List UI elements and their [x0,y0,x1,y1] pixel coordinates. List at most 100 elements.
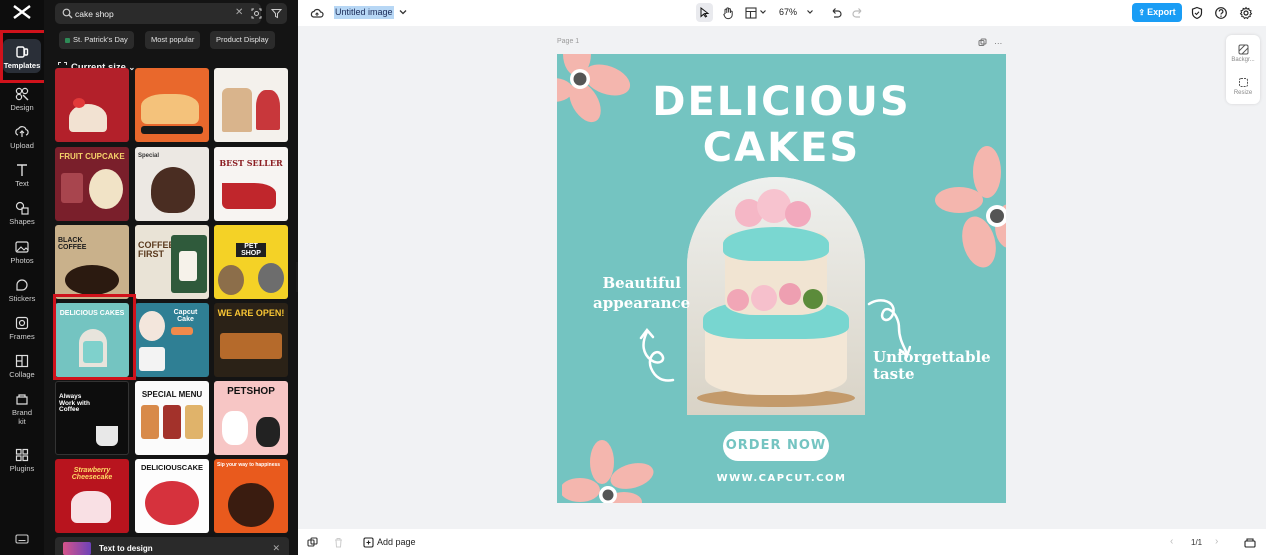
rail-frames[interactable]: Frames [0,315,44,351]
template-card-title: DELICIOUSCAKE [140,463,204,472]
template-card[interactable]: Always Work with Coffee [55,381,129,455]
rail-label: Shapes [9,217,35,226]
left-text-line1: Beautiful [602,274,681,292]
design-icon [15,87,29,101]
text-icon [17,164,27,176]
next-page-icon[interactable]: › [1215,536,1218,547]
template-card[interactable]: BLACK COFFEE [55,225,129,299]
template-card[interactable]: DELICIOUSCAKE [135,459,209,533]
template-card-title: PET SHOP [236,243,266,257]
template-card[interactable]: Strawberry Cheesecake [55,459,129,533]
right-tools-panel: Backgr... Resize [1226,35,1260,104]
clover-icon [65,37,70,43]
canvas-workspace: Page 1 ⋯ Backgr... Resize DELICIOUS CAKE… [298,26,1266,529]
rail-stickers[interactable]: Stickers [0,277,44,313]
cloud-save-icon[interactable] [310,6,324,20]
page-tools: ⋯ [978,38,1002,48]
shield-icon[interactable] [1190,6,1204,20]
chip-st-patricks-day[interactable]: St. Patrick's Day [59,31,134,49]
template-card[interactable]: Sip your way to happiness [214,459,288,533]
template-card[interactable]: Special [135,147,209,221]
left-text-line2: appearance [593,293,691,312]
delete-page-icon[interactable] [333,537,344,548]
select-tool-button[interactable] [696,3,713,22]
rail-collage[interactable]: Collage [0,353,44,389]
template-card[interactable] [55,68,129,142]
redo-icon[interactable] [851,6,865,20]
rail-upload[interactable]: Upload [0,124,44,160]
chevron-down-icon[interactable] [759,7,767,17]
export-button[interactable]: ⇪ Export [1132,3,1182,22]
text-to-design-thumb [63,542,91,555]
search-input[interactable] [75,5,215,22]
template-card-title: BLACK COFFEE [58,237,87,251]
rail-label: Design [10,103,34,112]
undo-icon[interactable] [829,6,843,20]
template-card-title: Strawberry Cheesecake [71,467,113,481]
rail-text[interactable]: Text [0,162,44,198]
layout-icon[interactable] [744,6,758,20]
rail-shapes[interactable]: Shapes [0,200,44,236]
rail-templates[interactable]: Templates [3,39,41,73]
chip-most-popular[interactable]: Most popular [145,31,201,49]
flower-bottom-left-icon [562,440,654,503]
layers-icon[interactable] [307,537,318,548]
template-card[interactable]: PETSHOP [214,381,288,455]
background-tool-button[interactable]: Backgr... [1226,44,1260,63]
clear-search-icon[interactable]: ✕ [235,8,245,18]
rail-label: Text [15,179,29,188]
rail-label: Stickers [8,294,36,303]
template-card[interactable]: COFFEE FIRST [135,225,209,299]
rail-label: Photos [10,256,34,265]
curly-arrow-right-icon [867,299,911,359]
rail-plugins[interactable]: Plugins [0,447,44,483]
previous-page-icon[interactable]: ‹ [1170,536,1173,547]
templates-icon [16,46,29,58]
template-card-title: Special [138,153,160,159]
brand-kit-icon [16,394,28,405]
template-card[interactable]: FRUIT CUPCAKE [55,147,129,221]
bottom-bar: Add page ‹ 1/1 › [298,529,1266,555]
settings-gear-icon[interactable] [1239,6,1253,20]
image-search-icon[interactable] [251,8,262,19]
template-card-selected[interactable]: DELICIOUS CAKES [55,303,129,377]
chip-product-display[interactable]: Product Display [210,31,275,49]
filter-button[interactable] [266,3,287,24]
rail-label: Collage [9,370,35,379]
rail-design[interactable]: Design [0,86,44,122]
zoom-level[interactable]: 67% [779,7,797,17]
capcut-logo-icon[interactable] [12,4,32,20]
text-to-design-bar[interactable]: Text to design ✕ [55,537,289,555]
cake-photo[interactable] [687,177,865,415]
website-text[interactable]: WWW.CAPCUT.COM [557,473,1006,484]
chevron-down-icon[interactable] [806,7,814,17]
poster-title-line1[interactable]: DELICIOUS [557,82,1006,122]
template-card[interactable]: BEST SELLER [214,147,288,221]
close-icon[interactable]: ✕ [272,543,280,554]
help-icon[interactable] [1214,6,1228,20]
rail-photos[interactable]: Photos [0,239,44,275]
duplicate-page-icon[interactable] [978,38,987,47]
add-page-icon [363,537,374,548]
template-card[interactable] [135,68,209,142]
page-manager-icon[interactable] [1244,537,1256,548]
rail-brand-kit[interactable]: Brand kit [0,391,44,433]
beautiful-appearance-text[interactable]: Beautiful appearance [593,274,691,313]
more-options-icon[interactable]: ⋯ [994,39,1002,48]
template-card[interactable]: WE ARE OPEN! [214,303,288,377]
hand-icon[interactable] [721,6,735,20]
poster-title-line2[interactable]: CAKES [557,128,1006,168]
template-card[interactable]: PET SHOP [214,225,288,299]
chevron-down-icon[interactable] [398,7,408,17]
keyboard-shortcuts-icon[interactable] [15,532,29,550]
resize-tool-button[interactable]: Resize [1226,77,1260,96]
canvas-poster[interactable]: DELICIOUS CAKES Beautiful appearance Unf… [557,54,1006,503]
template-card[interactable]: SPECIAL MENU [135,381,209,455]
order-now-button[interactable]: ORDER NOW [723,431,829,461]
templates-panel: ✕ St. Patrick's Day Most popular Product… [44,0,298,555]
template-card[interactable] [214,68,288,142]
add-page-button[interactable]: Add page [377,537,416,547]
document-title[interactable]: Untitled image [334,6,394,19]
page-counter: 1/1 [1191,538,1203,547]
template-card[interactable]: Capcut Cake [135,303,209,377]
